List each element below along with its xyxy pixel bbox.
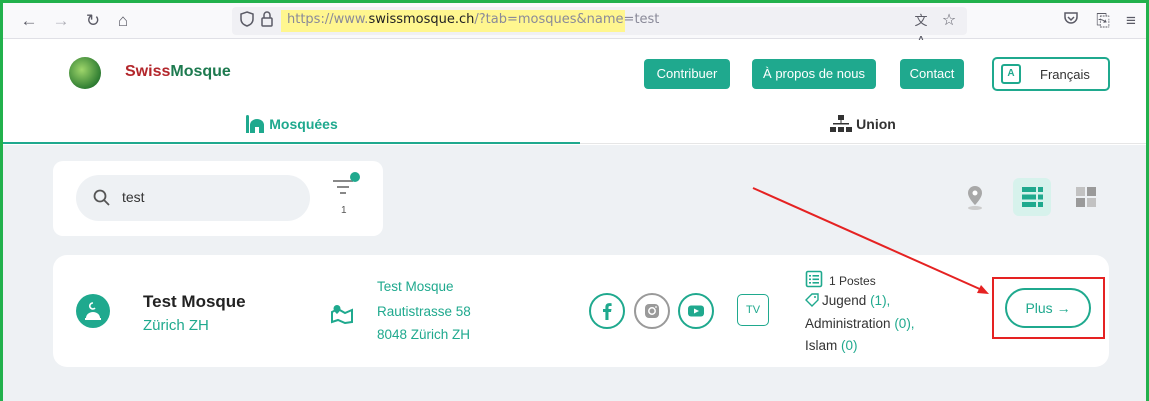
about-button[interactable]: À propos de nous	[752, 59, 876, 89]
posts-total-label: 1 Postes	[829, 274, 876, 288]
address-bar[interactable]: https://www.swissmosque.ch/?tab=mosques&…	[232, 7, 967, 48]
mosque-result-card[interactable]: Test Mosque Zürich ZH Test Mosque Rautis…	[53, 255, 1109, 367]
islam-count: (0)	[841, 338, 858, 353]
map-view-button[interactable]	[956, 178, 994, 216]
posts-jugend[interactable]: Jugend (1),	[805, 293, 890, 308]
home-icon[interactable]: ⌂	[111, 9, 135, 33]
youtube-icon	[688, 305, 704, 317]
admin-label: Administration	[805, 316, 891, 331]
pocket-icon[interactable]	[1059, 9, 1083, 33]
address-line-3[interactable]: 8048 Zürich ZH	[377, 327, 470, 342]
filter-icon	[333, 172, 360, 194]
address-line-2[interactable]: Rautistrasse 58	[377, 304, 471, 319]
mosque-avatar	[76, 294, 110, 328]
islam-label: Islam	[805, 338, 838, 353]
instagram-button[interactable]	[634, 293, 670, 329]
search-icon	[93, 189, 110, 206]
translate-icon: A	[1001, 64, 1021, 84]
search-card: test 1	[53, 161, 383, 236]
reload-icon[interactable]: ↻	[81, 9, 105, 33]
contact-button[interactable]: Contact	[900, 59, 964, 89]
url-rest: /?tab=mosques&name=test	[474, 12, 660, 27]
translate-icon[interactable]: 文A	[912, 11, 930, 48]
url-prefix: https://www.	[287, 12, 369, 27]
tv-button[interactable]: TV	[737, 294, 769, 326]
language-label: Français	[1040, 67, 1090, 82]
more-button-label: Plus	[1025, 300, 1053, 316]
search-input[interactable]: test	[76, 175, 310, 221]
tab-bar: Mosquées Union	[3, 106, 1146, 144]
back-icon[interactable]: ←	[17, 9, 41, 33]
mosque-city: Zürich ZH	[143, 317, 209, 334]
tab-mosques[interactable]: Mosquées	[3, 106, 580, 144]
admin-count: (0),	[894, 316, 915, 331]
browser-toolbar: ← → ↻ ⌂ https://www.swissmosque.ch/?tab=…	[3, 3, 1146, 48]
facebook-button[interactable]	[589, 293, 625, 329]
tab-union-label: Union	[856, 116, 896, 132]
brand-part-swiss: Swiss	[125, 63, 171, 80]
main-content: test 1 Test Mosque Zürich ZH Test Mosque…	[3, 145, 1146, 401]
url-text[interactable]: https://www.swissmosque.ch/?tab=mosques&…	[287, 12, 659, 27]
instagram-icon	[645, 304, 659, 318]
tag-icon	[805, 293, 819, 307]
brand-part-mosque: Mosque	[170, 63, 231, 80]
grid-view-button[interactable]	[1067, 178, 1105, 216]
arrow-right-icon: →	[1056, 300, 1071, 316]
mosque-dome-icon	[85, 302, 101, 320]
posts-administration[interactable]: Administration (0),	[805, 316, 915, 331]
shield-icon[interactable]	[238, 11, 256, 31]
list-view-button[interactable]	[1013, 178, 1051, 216]
document-list-icon	[805, 270, 823, 288]
map-pin-icon	[968, 186, 982, 210]
url-domain: swissmosque.ch	[368, 12, 475, 27]
posts-total: 1 Postes	[805, 270, 876, 288]
logo-icon[interactable]	[69, 57, 101, 89]
grid-view-icon	[1076, 187, 1096, 207]
extensions-icon[interactable]: ⎘	[1091, 9, 1115, 33]
network-icon	[830, 115, 853, 132]
contribute-button[interactable]: Contribuer	[644, 59, 730, 89]
brand-name[interactable]: SwissMosque	[125, 63, 231, 81]
language-button[interactable]: A Français	[992, 57, 1110, 91]
tab-union[interactable]: Union	[580, 106, 1146, 144]
search-value: test	[122, 189, 145, 205]
list-view-icon	[1022, 187, 1043, 207]
more-button[interactable]: Plus →	[1005, 288, 1091, 328]
menu-icon[interactable]: ≡	[1119, 9, 1143, 33]
site-header: SwissMosque Contribuer À propos de nous …	[3, 40, 1146, 106]
posts-islam[interactable]: Islam (0)	[805, 338, 858, 353]
forward-icon[interactable]: →	[49, 9, 73, 33]
mosque-icon	[246, 115, 265, 133]
mosque-name[interactable]: Test Mosque	[143, 292, 246, 312]
jugend-label: Jugend	[822, 293, 867, 308]
jugend-count: (1),	[870, 293, 891, 308]
map-location-icon	[331, 305, 353, 324]
filter-count: 1	[341, 205, 347, 216]
lock-icon[interactable]	[258, 11, 276, 31]
address-line-1[interactable]: Test Mosque	[377, 279, 454, 294]
youtube-button[interactable]	[678, 293, 714, 329]
bookmark-star-icon[interactable]: ☆	[940, 11, 958, 31]
tab-mosques-label: Mosquées	[269, 116, 338, 132]
facebook-icon	[603, 303, 612, 320]
